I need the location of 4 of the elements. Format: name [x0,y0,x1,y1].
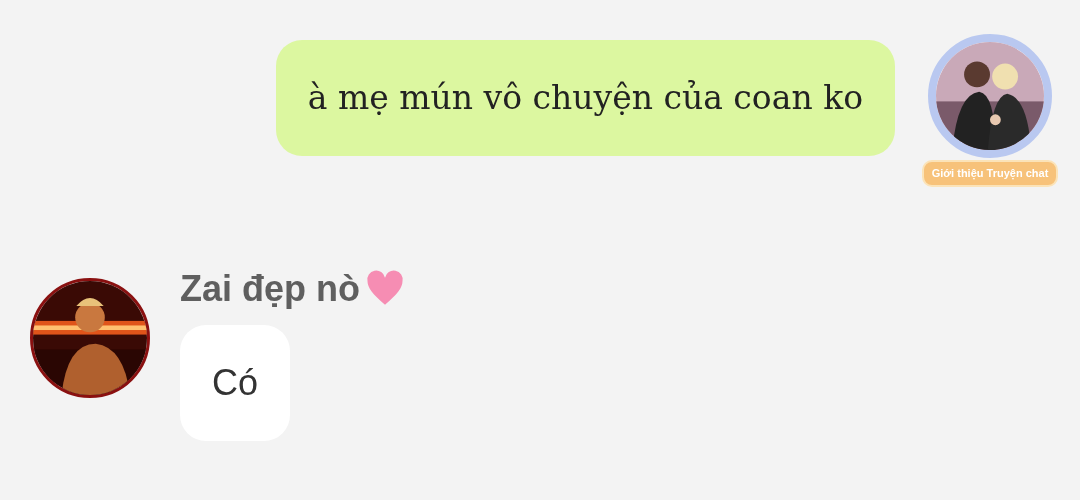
avatar-badge: Giới thiệu Truyện chat [921,160,1059,187]
sender-name: Zai đẹp nò [180,266,360,311]
message-bubble: à mẹ mún vô chuyện của coan ko [275,40,895,156]
message-bubble: Có [180,324,290,441]
